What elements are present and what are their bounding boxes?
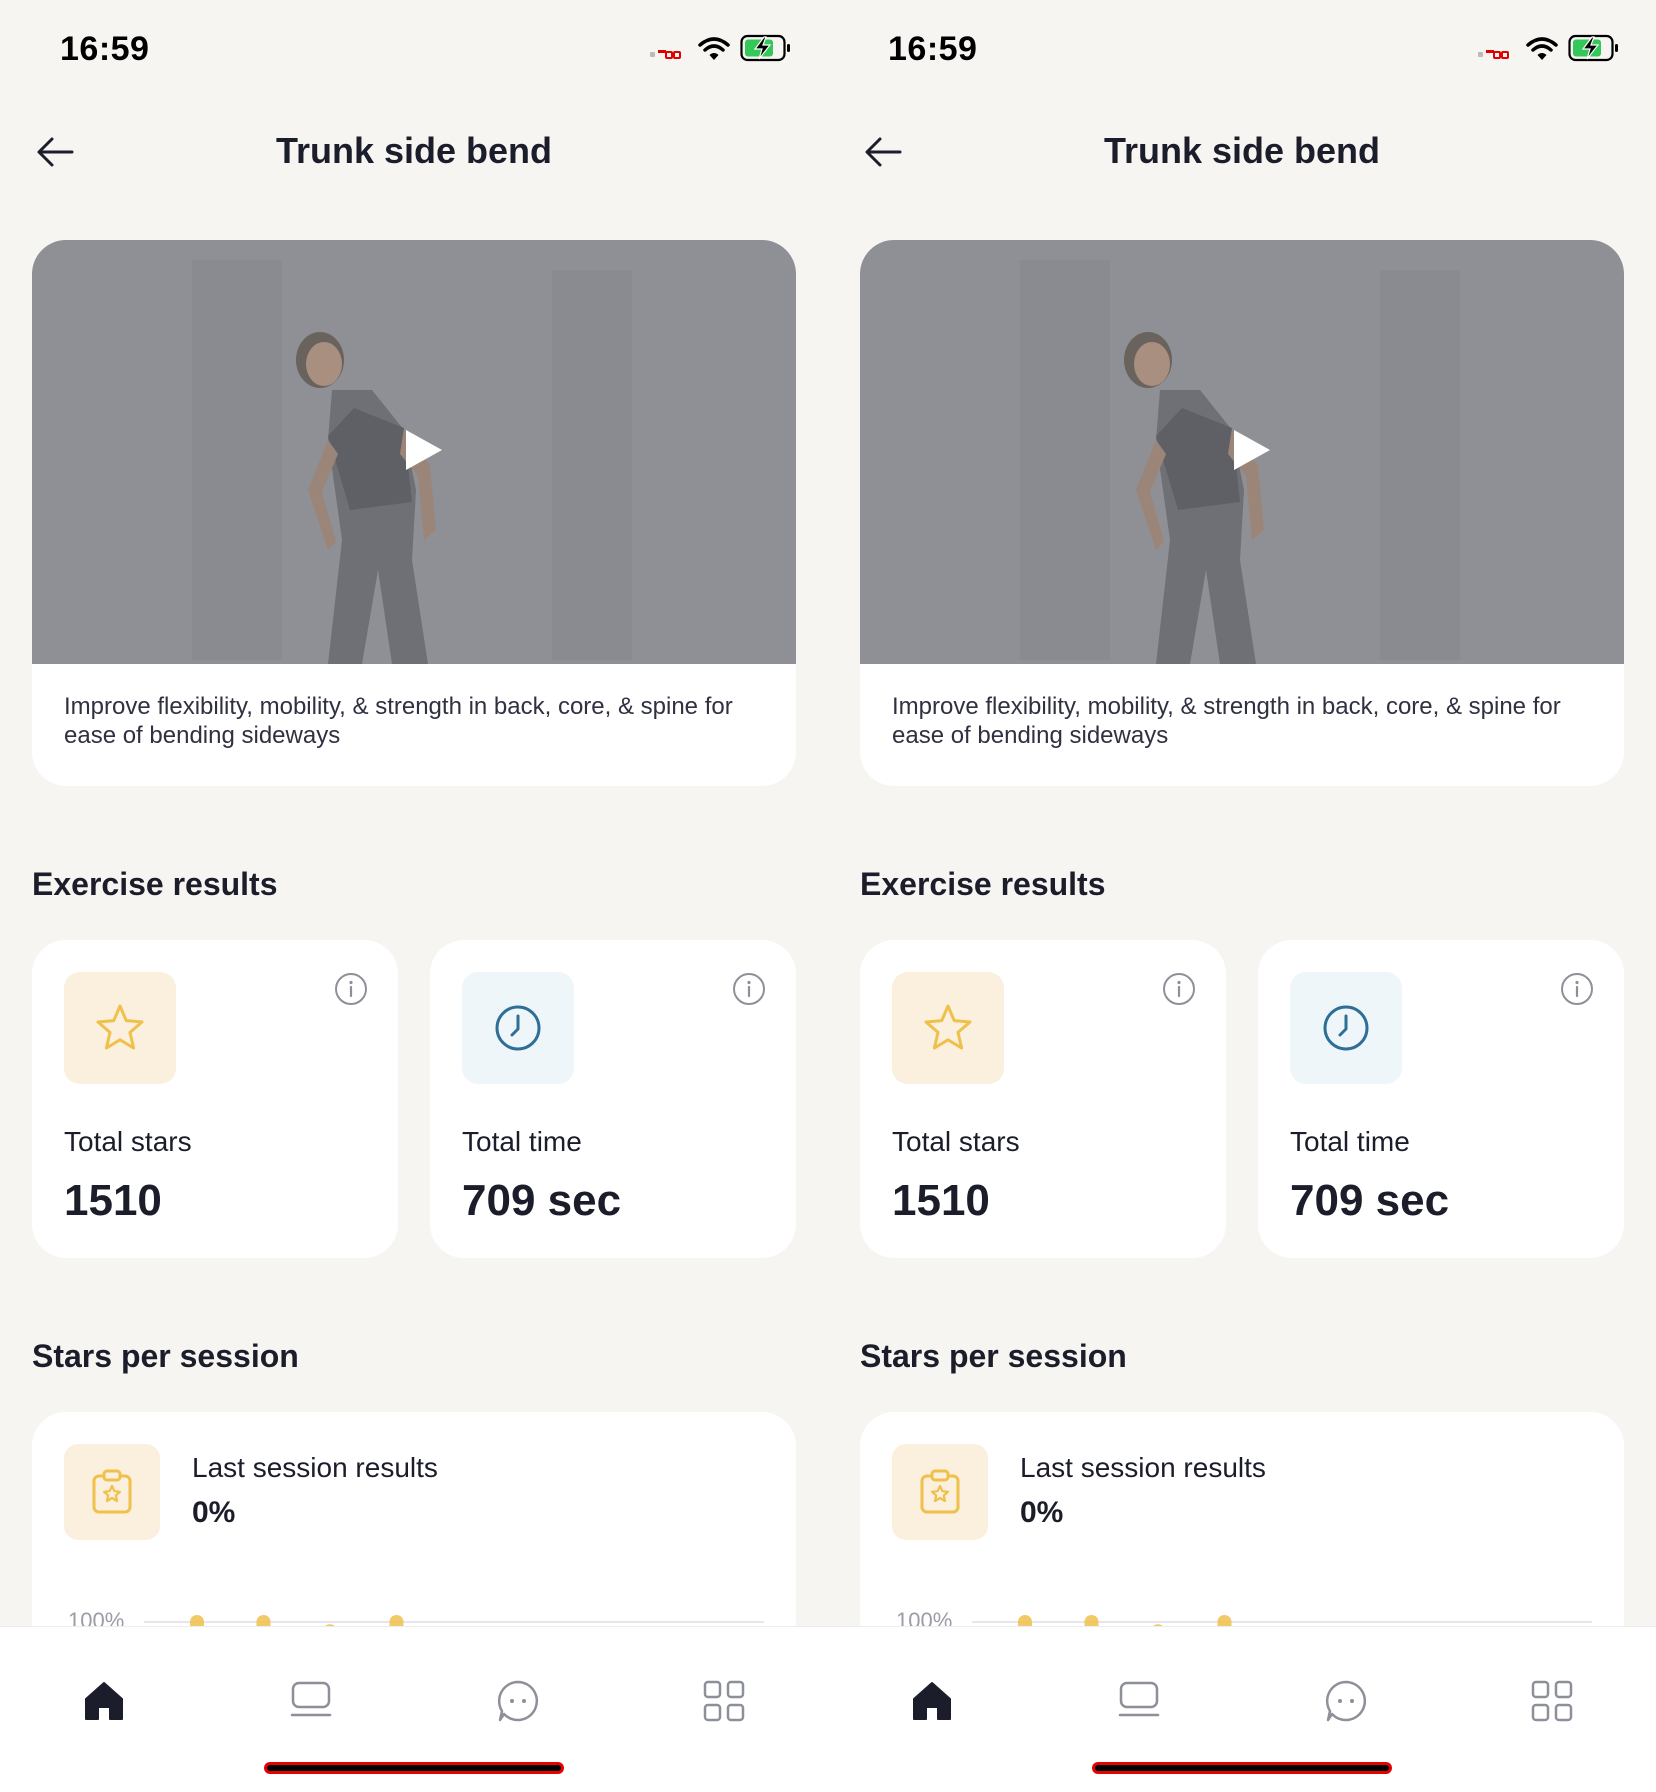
- time-icon-box: [462, 972, 574, 1084]
- nav-chat[interactable]: [494, 1677, 542, 1725]
- page-title: Trunk side bend: [275, 130, 553, 171]
- signal-icon: [1478, 50, 1509, 59]
- total-stars-card: Total stars 1510: [860, 940, 1226, 1258]
- wifi-icon: [698, 37, 730, 60]
- home-indicator: [264, 1762, 564, 1774]
- time-icon-box: [1290, 972, 1402, 1084]
- home-icon: [85, 1682, 123, 1720]
- total-time-value: 709 sec: [462, 1176, 622, 1225]
- nav-menu[interactable]: [700, 1677, 748, 1725]
- total-time-label: Total time: [462, 1126, 582, 1157]
- total-time-label: Total time: [1290, 1126, 1410, 1157]
- info-icon[interactable]: [1162, 972, 1196, 1006]
- chat-icon: [497, 1680, 539, 1722]
- stars-icon-box: [64, 972, 176, 1084]
- video-card: Improve flexibility, mobility, & strengt…: [860, 240, 1624, 786]
- status-time: 16:59: [888, 30, 978, 68]
- wifi-icon: [1526, 37, 1558, 60]
- status-icons: [648, 34, 798, 64]
- exercise-results-heading: Exercise results: [860, 866, 1106, 902]
- chat-icon: [1325, 1680, 1367, 1722]
- video-card: Improve flexibility, mobility, & strengt…: [32, 240, 796, 786]
- play-icon[interactable]: [1220, 420, 1280, 480]
- battery-icon: [740, 34, 790, 62]
- star-icon: [924, 1004, 972, 1050]
- home-indicator: [1092, 1762, 1392, 1774]
- home-icon: [913, 1682, 951, 1720]
- nav-exercises[interactable]: [1115, 1677, 1163, 1725]
- phone-screen: 16:59 Trunk side bend Improve flexibilit…: [0, 0, 828, 1792]
- signal-icon: [650, 50, 681, 59]
- nav-exercises[interactable]: [287, 1677, 335, 1725]
- total-time-card: Total time 709 sec: [1258, 940, 1624, 1258]
- phone-screen: 16:59 Trunk side bend Improve flexibilit…: [828, 0, 1656, 1792]
- total-stars-label: Total stars: [892, 1126, 1020, 1157]
- info-icon[interactable]: [1560, 972, 1594, 1006]
- nav-home[interactable]: [80, 1677, 128, 1725]
- total-stars-value: 1510: [64, 1176, 162, 1225]
- total-stars-card: Total stars 1510: [32, 940, 398, 1258]
- info-icon[interactable]: [334, 972, 368, 1006]
- exercise-description: Improve flexibility, mobility, & strengt…: [892, 693, 1561, 749]
- total-stars-label: Total stars: [64, 1126, 192, 1157]
- clock-icon: [1323, 1005, 1369, 1051]
- page-title: Trunk side bend: [1103, 130, 1381, 171]
- video-thumbnail[interactable]: [32, 240, 796, 664]
- total-time-card: Total time 709 sec: [430, 940, 796, 1258]
- nav-chat[interactable]: [1322, 1677, 1370, 1725]
- star-icon: [96, 1004, 144, 1050]
- total-stars-value: 1510: [892, 1176, 990, 1225]
- grid-icon: [703, 1680, 745, 1722]
- info-icon[interactable]: [732, 972, 766, 1006]
- grid-icon: [1531, 1680, 1573, 1722]
- status-time: 16:59: [60, 30, 150, 68]
- nav-home[interactable]: [908, 1677, 956, 1725]
- exercise-results-heading: Exercise results: [32, 866, 278, 902]
- clock-icon: [495, 1005, 541, 1051]
- status-icons: [1476, 34, 1626, 64]
- exercise-description: Improve flexibility, mobility, & strengt…: [64, 693, 733, 749]
- video-thumbnail[interactable]: [860, 240, 1624, 664]
- stars-icon-box: [892, 972, 1004, 1084]
- battery-icon: [1568, 34, 1618, 62]
- exercises-icon: [1118, 1681, 1160, 1717]
- stars-per-session-heading: Stars per session: [860, 1338, 1127, 1374]
- play-icon[interactable]: [392, 420, 452, 480]
- nav-menu[interactable]: [1528, 1677, 1576, 1725]
- exercises-icon: [290, 1681, 332, 1717]
- stars-per-session-heading: Stars per session: [32, 1338, 299, 1374]
- total-time-value: 709 sec: [1290, 1176, 1450, 1225]
